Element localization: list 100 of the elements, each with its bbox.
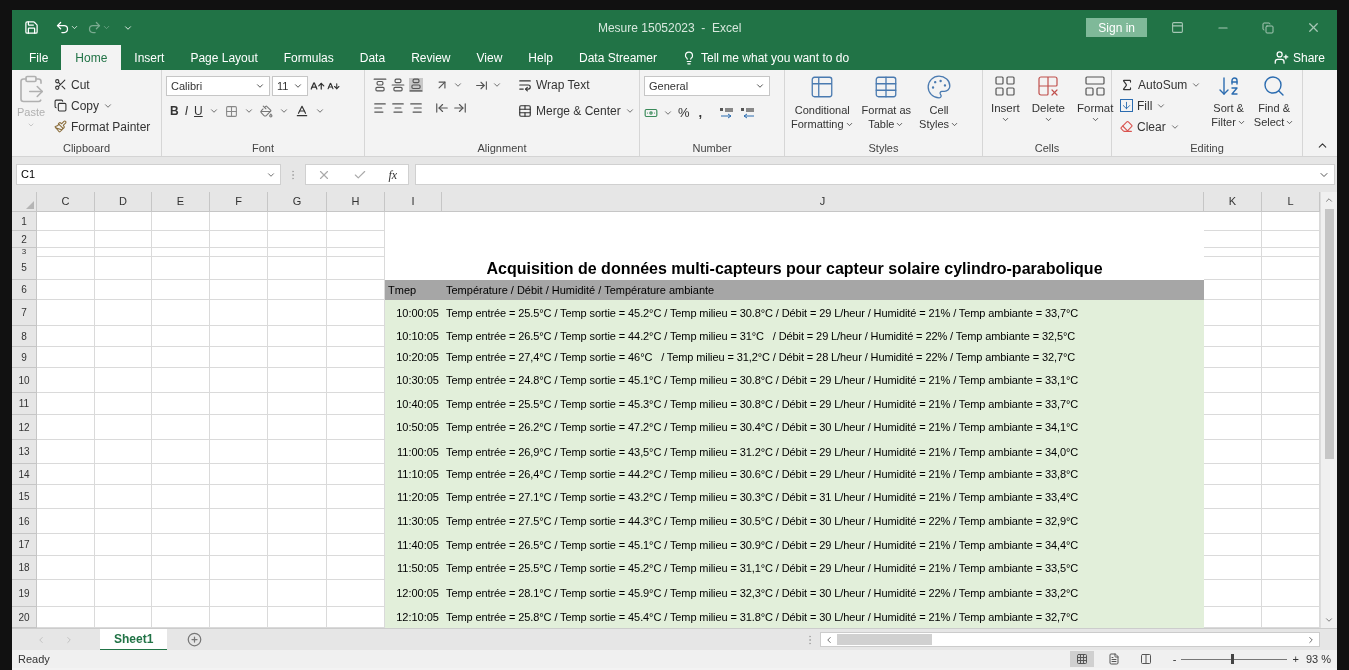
menu-tab[interactable]: Help (515, 45, 566, 70)
tell-me-field[interactable]: Tell me what you want to do (682, 45, 850, 70)
align-right-icon[interactable] (409, 101, 423, 115)
zoom-slider[interactable] (1181, 654, 1288, 664)
decrease-decimal-icon[interactable] (740, 106, 757, 119)
row-header[interactable]: 17 (12, 534, 37, 556)
scrollbar-thumb[interactable] (837, 634, 932, 645)
share-button[interactable]: Share (1261, 45, 1337, 70)
row-header[interactable]: 1 (12, 212, 37, 231)
view-button[interactable] (1069, 651, 1094, 667)
cut-button[interactable]: Cut (50, 74, 155, 95)
increase-decimal-icon[interactable] (719, 106, 736, 119)
ribbon-display-icon[interactable] (1171, 21, 1184, 34)
row-header[interactable]: 7 (12, 300, 37, 326)
increase-indent-icon[interactable] (453, 101, 467, 115)
menu-tab[interactable]: File (16, 45, 62, 70)
column-header[interactable]: L (1262, 192, 1320, 212)
sort-filter-button[interactable]: Sort & Filter (1209, 74, 1248, 129)
menu-tab[interactable]: Data (346, 45, 399, 70)
add-sheet-icon[interactable] (187, 632, 203, 647)
font-size-field[interactable]: 11 (272, 76, 308, 96)
scrollbar-thumb[interactable] (1324, 209, 1334, 459)
column-header[interactable]: H (327, 192, 385, 212)
top-align-icon[interactable] (373, 78, 387, 92)
column-header[interactable]: K (1204, 192, 1262, 212)
clear-button[interactable]: Clear (1116, 116, 1206, 137)
row-header[interactable]: 9 (12, 347, 37, 368)
merge-center-button[interactable]: Merge & Center (514, 100, 639, 121)
insert-function-button[interactable]: fx (388, 165, 398, 184)
format-as-table-button[interactable]: Format as Table (859, 74, 914, 131)
borders-icon[interactable] (224, 104, 238, 118)
scroll-left-icon[interactable] (824, 634, 834, 645)
font-color-icon[interactable] (294, 104, 309, 118)
row-header[interactable]: 13 (12, 440, 37, 464)
font-family-field[interactable]: Calibri (166, 76, 270, 96)
format-painter-button[interactable]: Format Painter (50, 116, 155, 137)
save-icon[interactable] (24, 20, 39, 35)
middle-align-icon[interactable] (391, 78, 405, 92)
column-header[interactable]: I (385, 192, 442, 212)
row-header[interactable]: 19 (12, 580, 37, 607)
percent-button[interactable]: % (678, 103, 690, 123)
find-select-button[interactable]: Find & Select (1251, 74, 1297, 129)
zoom-out-button[interactable]: - (1169, 650, 1180, 668)
formula-field[interactable] (415, 164, 1335, 185)
caret-icon[interactable] (70, 23, 79, 32)
scroll-up-icon[interactable] (1324, 195, 1334, 205)
row-header[interactable]: 20 (12, 607, 37, 628)
menu-tab[interactable]: Page Layout (177, 45, 271, 70)
menu-tab[interactable]: Review (398, 45, 464, 70)
menu-tab[interactable]: Data Streamer (566, 45, 670, 70)
column-header[interactable]: J (442, 192, 1204, 212)
row-header[interactable]: 11 (12, 393, 37, 415)
column-header[interactable]: C (37, 192, 95, 212)
name-box[interactable]: C1 (16, 164, 281, 185)
restore-icon[interactable] (1262, 21, 1274, 34)
decrease-indent-icon[interactable] (435, 101, 449, 115)
column-header[interactable]: G (268, 192, 327, 212)
zoom-in-button[interactable]: + (1289, 650, 1302, 668)
column-header[interactable]: F (210, 192, 268, 212)
row-header[interactable]: 14 (12, 464, 37, 485)
delete-button[interactable]: Delete (1027, 74, 1069, 124)
row-header[interactable]: 16 (12, 509, 37, 534)
conditional-formatting-button[interactable]: Conditional Formatting (789, 74, 856, 131)
horizontal-scrollbar[interactable] (820, 632, 1320, 647)
row-header[interactable]: 6 (12, 280, 37, 300)
row-header[interactable]: 10 (12, 368, 37, 393)
comma-button[interactable]: , (694, 103, 707, 123)
undo-icon[interactable] (55, 20, 70, 35)
column-header[interactable]: D (95, 192, 152, 212)
vertical-scrollbar[interactable] (1320, 192, 1337, 628)
scroll-down-icon[interactable] (1324, 615, 1334, 625)
row-header[interactable]: 2 (12, 231, 37, 248)
scroll-right-icon[interactable] (1306, 634, 1316, 645)
bold-button[interactable]: B (170, 102, 179, 120)
align-left-icon[interactable] (373, 101, 387, 115)
bottom-align-icon[interactable] (409, 78, 423, 92)
cell-styles-button[interactable]: Cell Styles (917, 74, 962, 131)
menu-tab[interactable]: Formulas (270, 45, 347, 70)
wrap-text-button[interactable]: Wrap Text (514, 74, 639, 95)
number-format-field[interactable]: General (644, 76, 770, 96)
row-header[interactable]: 8 (12, 326, 37, 347)
row-header[interactable]: 5 (12, 256, 37, 280)
row-header[interactable]: 18 (12, 556, 37, 580)
text-direction-icon[interactable] (475, 78, 488, 92)
align-center-icon[interactable] (391, 101, 405, 115)
column-header[interactable]: E (152, 192, 210, 212)
format-button[interactable]: Format (1073, 74, 1118, 124)
copy-button[interactable]: Copy (50, 95, 155, 116)
fill-button[interactable]: Fill (1116, 95, 1206, 116)
menu-tab[interactable]: View (463, 45, 516, 70)
fill-color-icon[interactable] (259, 104, 273, 118)
close-icon[interactable] (1306, 20, 1321, 35)
underline-button[interactable]: U (194, 102, 203, 120)
menu-tab[interactable]: Home (61, 45, 122, 70)
sheet-tab[interactable]: Sheet1 (100, 628, 168, 651)
autosum-button[interactable]: AutoSum (1116, 74, 1206, 95)
insert-button[interactable]: Insert (987, 74, 1024, 124)
italic-button[interactable]: I (184, 102, 188, 120)
row-header[interactable]: 15 (12, 485, 37, 509)
menu-tab[interactable]: Insert (121, 45, 178, 70)
